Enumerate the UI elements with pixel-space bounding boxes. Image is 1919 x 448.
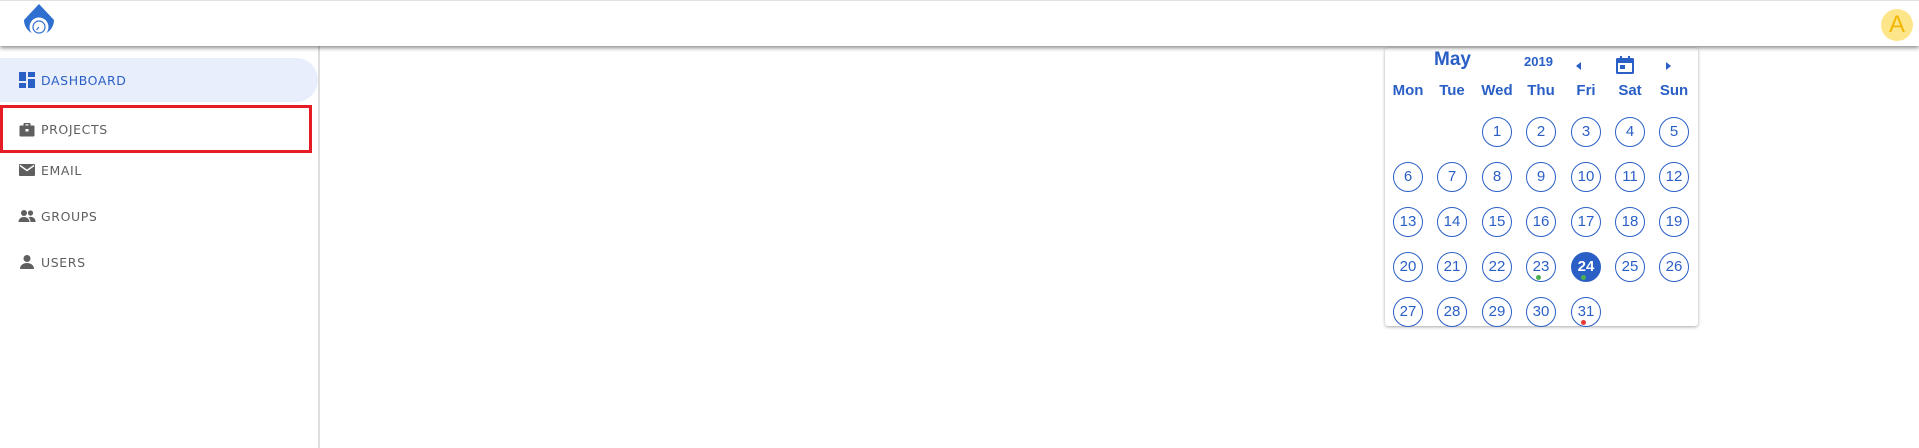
calendar-day[interactable]: 5: [1659, 117, 1689, 147]
calendar-today-icon[interactable]: [1614, 54, 1636, 76]
calendar-day[interactable]: 20: [1393, 252, 1423, 282]
calendar-day[interactable]: 14: [1437, 207, 1467, 237]
app-logo-icon[interactable]: [17, 2, 61, 43]
weekday-label: Tue: [1439, 82, 1465, 99]
sidebar: DASHBOARD PROJECTS EMAIL GROUPS USERS: [0, 46, 320, 448]
sidebar-item-dashboard[interactable]: DASHBOARD: [0, 58, 318, 102]
calendar-day[interactable]: 8: [1482, 162, 1512, 192]
sidebar-item-label: EMAIL: [41, 162, 82, 178]
weekday-label: Fri: [1576, 82, 1596, 99]
sidebar-item-label: PROJECTS: [41, 121, 108, 137]
calendar-day[interactable]: 26: [1659, 252, 1689, 282]
calendar-day[interactable]: 17: [1571, 207, 1601, 237]
calendar-day[interactable]: 18: [1615, 207, 1645, 237]
calendar-day[interactable]: 23: [1526, 252, 1556, 282]
calendar-day[interactable]: 19: [1659, 207, 1689, 237]
calendar-day[interactable]: 21: [1437, 252, 1467, 282]
calendar-day[interactable]: 7: [1437, 162, 1467, 192]
calendar-day[interactable]: 29: [1482, 297, 1512, 327]
calendar-day[interactable]: 9: [1526, 162, 1556, 192]
user-avatar[interactable]: A: [1881, 9, 1913, 41]
sidebar-item-label: GROUPS: [41, 208, 98, 224]
calendar-day[interactable]: 22: [1482, 252, 1512, 282]
calendar-day[interactable]: 3: [1571, 117, 1601, 147]
weekday-label: Sun: [1659, 82, 1689, 99]
weekday-label: Mon: [1392, 82, 1424, 99]
weekday-label: Sat: [1618, 82, 1642, 99]
weekday-label: Thu: [1527, 82, 1555, 99]
sidebar-item-label: DASHBOARD: [41, 72, 127, 88]
sidebar-item-groups[interactable]: GROUPS: [0, 194, 318, 238]
sidebar-item-users[interactable]: USERS: [0, 240, 318, 284]
calendar-day[interactable]: 31: [1571, 297, 1601, 327]
sidebar-item-email[interactable]: EMAIL: [0, 148, 318, 192]
dashboard-icon: [19, 72, 35, 88]
calendar-day[interactable]: 30: [1526, 297, 1556, 327]
prev-month-icon[interactable]: [1573, 60, 1585, 72]
calendar-year[interactable]: 2019: [1524, 54, 1553, 69]
next-month-icon[interactable]: [1662, 60, 1674, 72]
calendar-month[interactable]: May: [1434, 49, 1471, 71]
calendar-day[interactable]: 12: [1659, 162, 1689, 192]
calendar-day[interactable]: 6: [1393, 162, 1423, 192]
weekday-label: Wed: [1481, 82, 1513, 99]
calendar-day[interactable]: 4: [1615, 117, 1645, 147]
calendar-widget: May 2019 Mon Tue Wed Thu Fri Sat Sun 123456789…: [1385, 48, 1698, 327]
calendar-day-selected[interactable]: 24: [1571, 252, 1601, 282]
briefcase-icon: [19, 123, 35, 137]
sidebar-item-label: USERS: [41, 254, 86, 270]
event-dot: [1536, 275, 1541, 280]
calendar-day[interactable]: 1: [1482, 117, 1512, 147]
mail-icon: [19, 164, 35, 176]
calendar-day[interactable]: 13: [1393, 207, 1423, 237]
groups-icon: [18, 210, 36, 222]
calendar-day[interactable]: 28: [1437, 297, 1467, 327]
calendar-day[interactable]: 27: [1393, 297, 1423, 327]
sidebar-item-projects[interactable]: PROJECTS: [0, 105, 312, 153]
calendar-day[interactable]: 10: [1571, 162, 1601, 192]
user-icon: [20, 255, 34, 269]
event-dot: [1581, 275, 1586, 280]
calendar-day[interactable]: 16: [1526, 207, 1556, 237]
calendar-day[interactable]: 2: [1526, 117, 1556, 147]
event-dot: [1581, 320, 1586, 325]
top-bar: A: [0, 0, 1919, 46]
calendar-day[interactable]: 25: [1615, 252, 1645, 282]
calendar-day[interactable]: 11: [1615, 162, 1645, 192]
calendar-day[interactable]: 15: [1482, 207, 1512, 237]
